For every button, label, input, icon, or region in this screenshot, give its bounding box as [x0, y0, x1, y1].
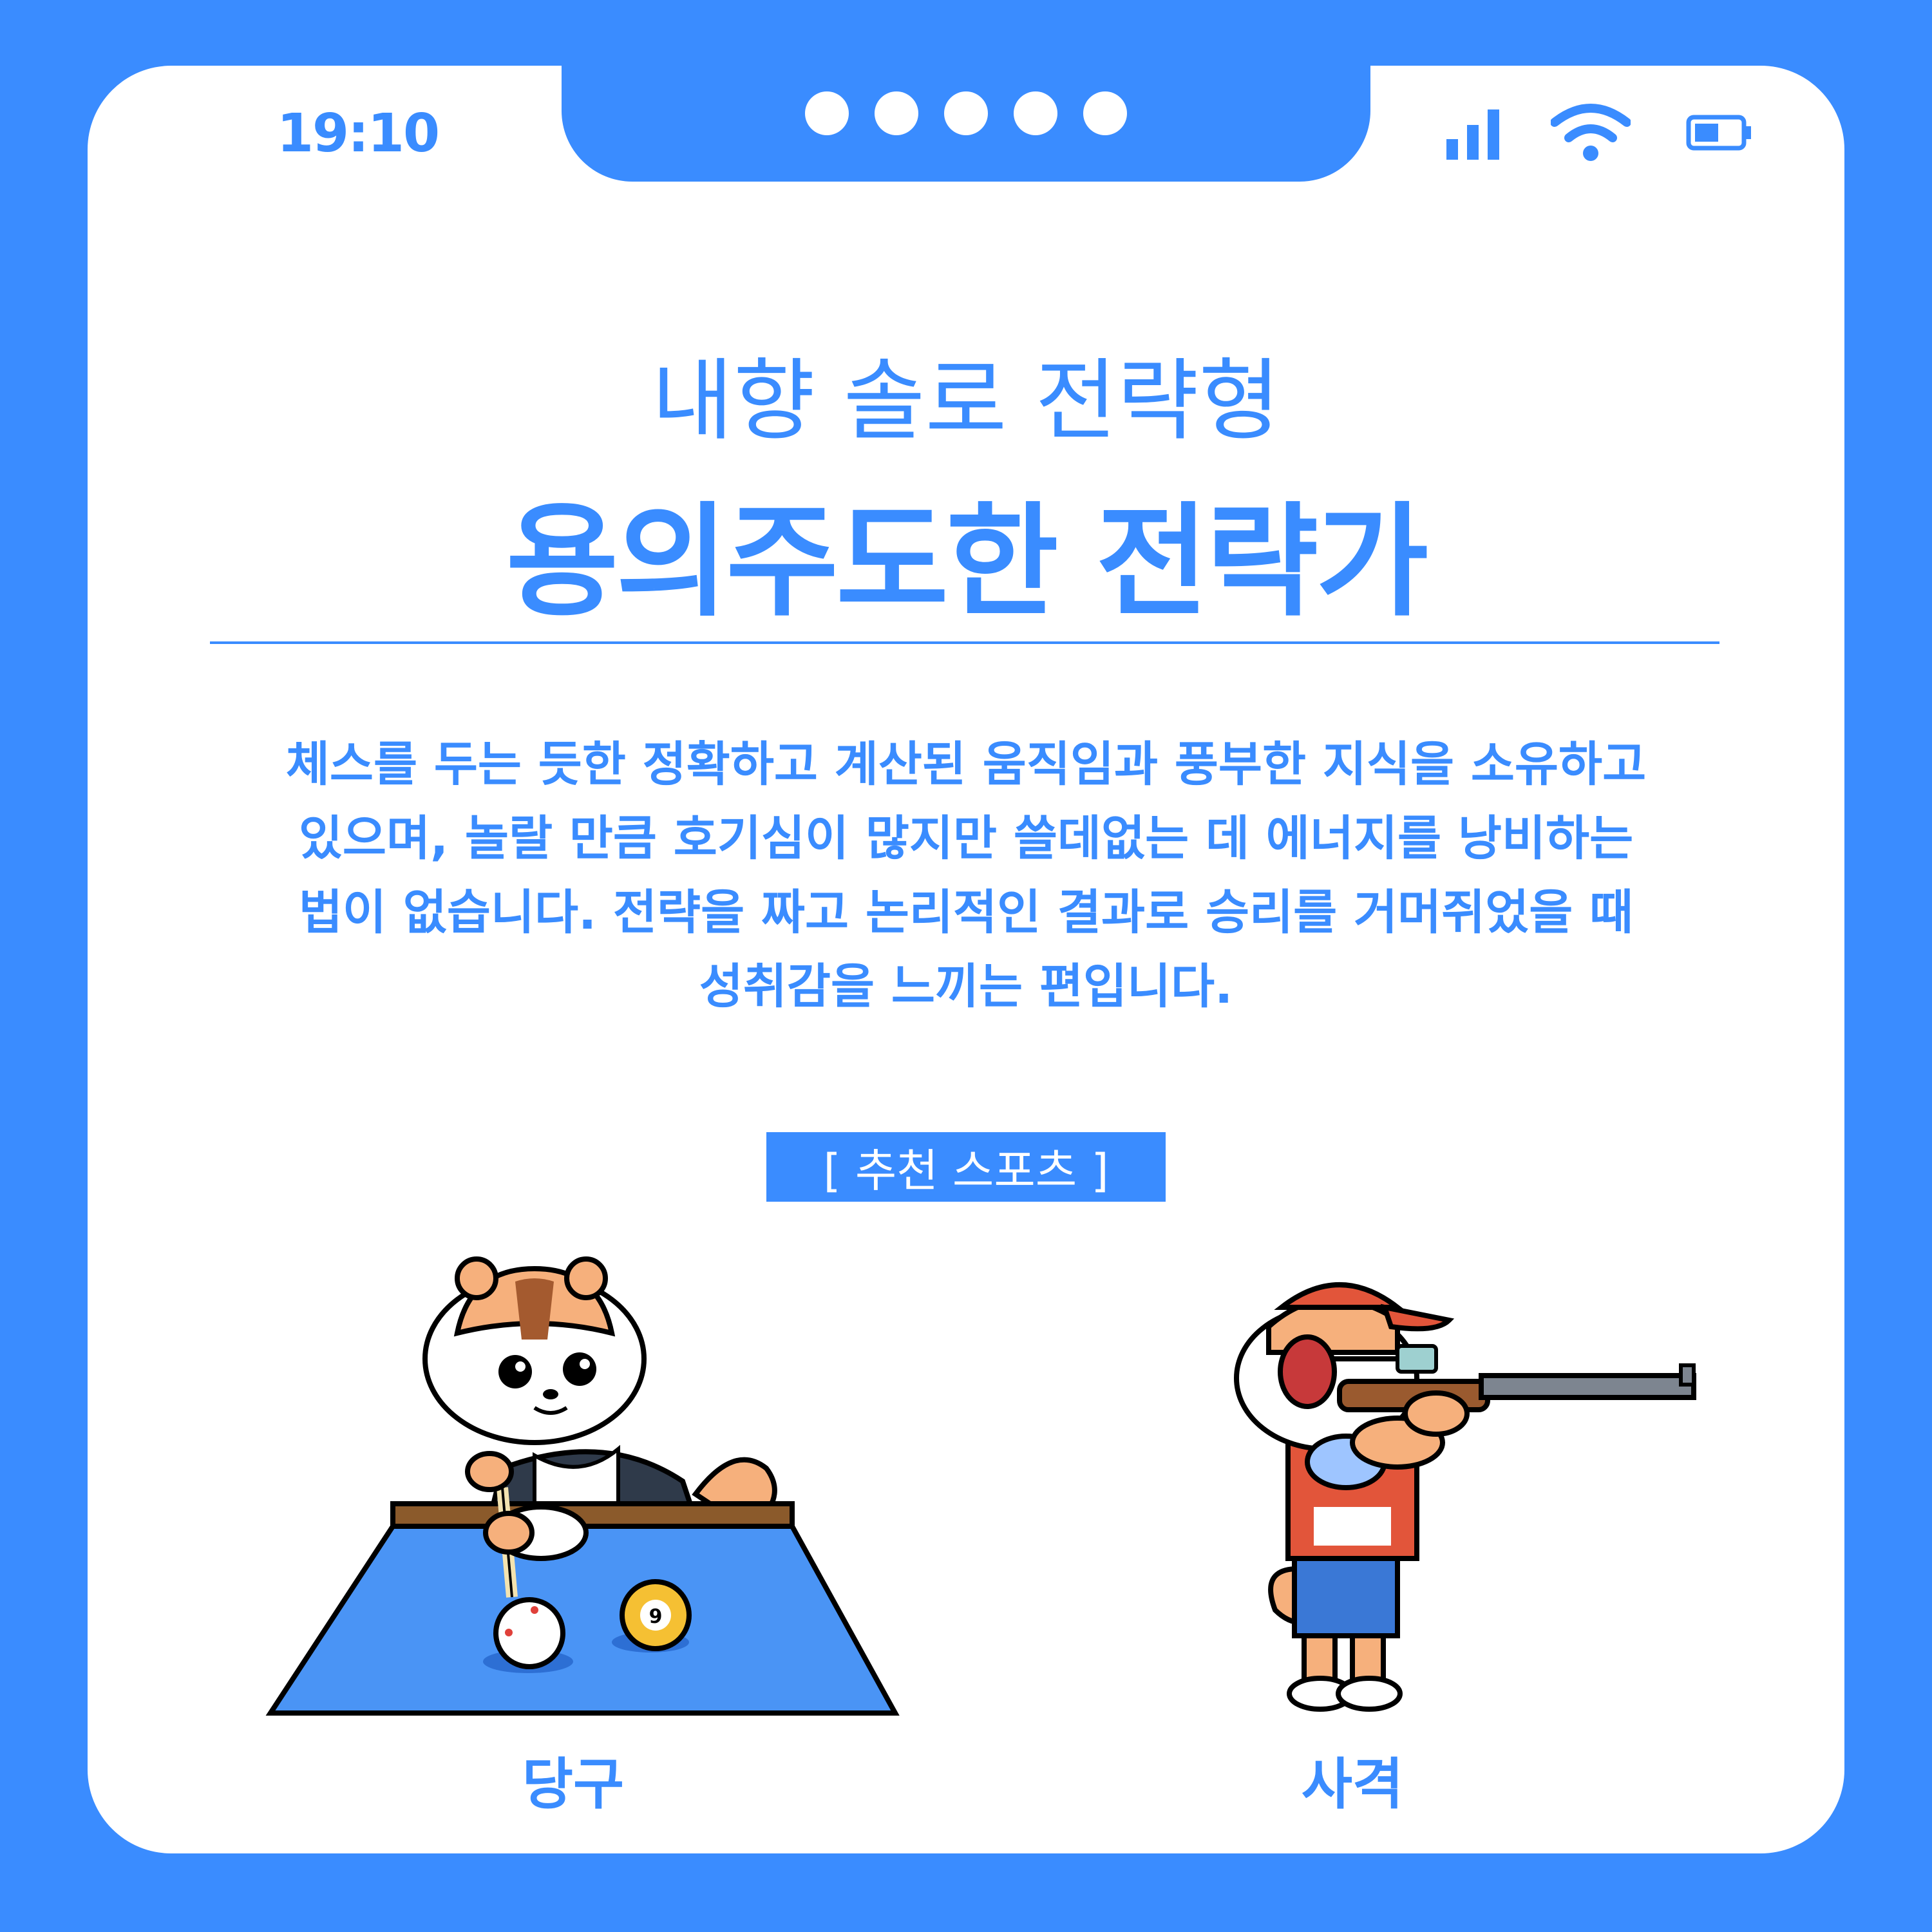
signal-icon — [1446, 109, 1499, 160]
type-title: 용의주도한 전략가 — [506, 491, 1429, 633]
divider — [210, 641, 1719, 644]
billiards-mascot-illustration: 9 — [265, 1256, 900, 1716]
notch-dot — [1083, 91, 1127, 135]
status-time: 19:10 — [277, 103, 440, 164]
description-line: 성취감을 느끼는 편입니다. — [699, 959, 1233, 1014]
sport-label-shooting: 사격 — [1301, 1752, 1404, 1817]
description-line: 법이 없습니다. 전략을 짜고 논리적인 결과로 승리를 거머쥐었을 때 — [298, 885, 1634, 940]
sport-label-billiards: 당구 — [522, 1752, 625, 1817]
notch-dot — [875, 91, 918, 135]
notch-dot — [1014, 91, 1057, 135]
recommended-sports-label: [ 추천 스포츠 ] — [766, 1132, 1166, 1202]
battery-icon — [1686, 115, 1751, 151]
notch-dot — [944, 91, 988, 135]
description-line: 체스를 두는 듯한 정확하고 계산된 움직임과 풍부한 지식을 소유하고 — [285, 737, 1647, 792]
wifi-icon — [1551, 104, 1631, 161]
description-line: 있으며, 놀랄 만큼 호기심이 많지만 쓸데없는 데 에너지를 낭비하는 — [298, 811, 1634, 866]
notch-dots — [805, 91, 1127, 135]
type-subtitle: 내향 솔로 전략형 — [651, 349, 1281, 453]
notch-dot — [805, 91, 849, 135]
description: 체스를 두는 듯한 정확하고 계산된 움직임과 풍부한 지식을 소유하고 있으며… — [232, 728, 1700, 1024]
shooting-mascot-illustration — [1234, 1282, 1696, 1712]
ball-number: 9 — [649, 1605, 663, 1628]
